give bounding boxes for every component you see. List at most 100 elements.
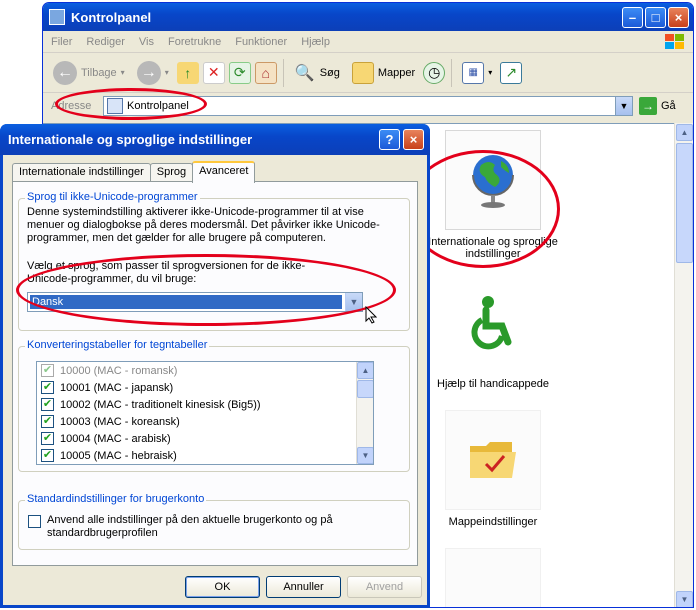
tab-languages[interactable]: Sprog [149,163,194,182]
apply-default-checkbox-row[interactable]: Anvend alle indstillinger på den aktuell… [28,514,347,540]
codepage-checkbox[interactable]: ✔ [41,381,54,394]
views-button[interactable]: ▦ ▾ [458,61,496,84]
globe-icon [472,155,514,208]
codepage-list[interactable]: ✔ 10000 (MAC - romansk) ✔ 10001 (MAC - japa… [36,361,374,465]
codepage-checkbox[interactable]: ✔ [41,449,54,462]
scroll-up-icon[interactable]: ▲ [676,124,693,141]
list-scrollbar[interactable]: ▲ ▼ [356,362,373,464]
tab-panel-advanced: Sprog til ikke-Unicode-programmer Denne … [12,181,418,566]
codepage-group: Konverteringstabeller for tegntabeller ✔… [18,339,410,472]
go-button[interactable]: → Gå [639,97,676,115]
folders-button[interactable]: Mapper [348,61,419,84]
menu-view[interactable]: Vis [139,36,154,48]
codepage-label: 10003 (MAC - koreansk) [60,415,180,428]
item-accessibility[interactable]: Hjælp til handicappede [423,272,563,390]
folder-icon [351,61,374,84]
item-label: Internationale og sproglige indstillinge… [428,236,558,260]
sync-icon[interactable]: ↗ [500,61,523,84]
scroll-thumb[interactable] [357,380,373,398]
language-select-value: Dansk [30,295,342,309]
help-button[interactable]: ? [379,129,400,150]
item-folder-options[interactable]: Mappeindstillinger [423,410,563,528]
dialog-title-bar[interactable]: Internationale og sproglige indstillinge… [0,124,430,155]
control-panel-icon [49,9,65,25]
explorer-title-bar[interactable]: Kontrolpanel – □ × [43,3,693,31]
menu-tools[interactable]: Funktioner [235,36,287,48]
codepage-label: 10004 (MAC - arabisk) [60,432,171,445]
chevron-down-icon[interactable]: ▼ [345,293,362,311]
scroll-thumb[interactable] [676,143,693,263]
search-icon: 🔍 [294,64,315,82]
close-button[interactable]: × [668,7,689,28]
explorer-title: Kontrolpanel [71,9,152,25]
up-folder-icon[interactable]: ↑ [176,61,199,84]
codepage-row[interactable]: ✔ 10001 (MAC - japansk) [37,379,373,396]
regional-settings-dialog: Internationale og sproglige indstillinge… [0,124,430,608]
codepage-label: 10001 (MAC - japansk) [60,381,174,394]
windows-logo-icon [665,34,684,49]
menu-favorites[interactable]: Foretrukne [168,36,221,48]
codepage-label: 10005 (MAC - hebraisk) [60,449,177,462]
apply-default-checkbox[interactable] [28,515,41,528]
mouse-cursor-icon [365,306,377,324]
tab-strip: Internationale indstillinger Sprog Avanc… [12,161,256,183]
codepage-checkbox[interactable]: ✔ [41,364,54,377]
item-international[interactable]: Internationale og sproglige indstillinge… [423,130,563,260]
codepage-row[interactable]: ✔ 10005 (MAC - hebraisk) [37,447,373,464]
refresh-icon[interactable]: ⟳ [228,61,251,84]
apply-button[interactable]: Anvend [347,576,422,598]
scroll-up-icon[interactable]: ▲ [357,362,373,379]
back-button[interactable]: ← Tilbage ▾ [49,60,129,85]
ok-button[interactable]: OK [185,576,260,598]
codepage-label: 10000 (MAC - romansk) [60,364,178,377]
dialog-title: Internationale og sproglige indstillinge… [8,132,253,147]
codepage-row[interactable]: ✔ 10000 (MAC - romansk) [37,362,373,379]
scroll-down-icon[interactable]: ▼ [676,591,693,607]
menu-file[interactable]: Filer [51,36,72,48]
search-button[interactable]: 🔍 Søg [290,62,344,84]
address-input[interactable]: Kontrolpanel ▼ [103,96,633,116]
codepage-label: 10002 (MAC - traditionelt kinesisk (Big5… [60,398,261,411]
tab-regional-options[interactable]: Internationale indstillinger [12,163,151,182]
address-label: Adresse [51,100,92,112]
group-legend: Sprog til ikke-Unicode-programmer [25,191,200,203]
folder-icon [470,442,516,478]
history-icon[interactable]: ◷ [423,61,446,84]
menu-edit[interactable]: Rediger [86,36,125,48]
language-select[interactable]: Dansk ▼ [27,292,363,312]
codepage-row[interactable]: ✔ 10004 (MAC - arabisk) [37,430,373,447]
go-arrow-icon: → [639,97,657,115]
apply-default-label: Anvend alle indstillinger på den aktuell… [47,514,333,539]
codepage-row[interactable]: ✔ 10002 (MAC - traditionelt kinesisk (Big… [37,396,373,413]
codepage-checkbox[interactable]: ✔ [41,432,54,445]
unicode-prompt: Vælg et sprog, som passer til sprogversi… [27,260,306,285]
group-legend: Konverteringstabeller for tegntabeller [25,339,210,351]
maximize-button[interactable]: □ [645,7,666,28]
forward-arrow-icon: → [136,60,161,85]
back-arrow-icon: ← [53,60,77,85]
address-bar: Adresse Kontrolpanel ▼ → Gå [43,93,693,119]
item-label: Hjælp til handicappede [437,378,549,390]
views-icon: ▦ [462,61,485,84]
wheelchair-icon [471,296,512,350]
unicode-group: Sprog til ikke-Unicode-programmer Denne … [18,191,410,331]
tab-advanced[interactable]: Avanceret [192,161,256,183]
chevron-down-icon[interactable]: ▼ [615,97,632,115]
forward-button[interactable]: → ▾ [133,60,173,85]
vertical-scrollbar[interactable]: ▲ ▼ [674,123,693,607]
home-icon[interactable]: ⌂ [254,61,277,84]
scroll-down-icon[interactable]: ▼ [357,447,373,464]
item-partial[interactable] [423,548,563,607]
menu-help[interactable]: Hjælp [301,36,330,48]
control-panel-icon [107,98,123,114]
codepage-checkbox[interactable]: ✔ [41,398,54,411]
dialog-close-button[interactable]: × [403,129,424,150]
group-legend: Standardindstillinger for brugerkonto [25,493,207,505]
minimize-button[interactable]: – [622,7,643,28]
cancel-button[interactable]: Annuller [266,576,341,598]
delete-icon[interactable]: ✕ [202,61,225,84]
default-user-group: Standardindstillinger for brugerkonto An… [18,493,410,550]
codepage-checkbox[interactable]: ✔ [41,415,54,428]
unicode-description: Denne systemindstilling aktiverer ikke-U… [27,206,380,244]
codepage-row[interactable]: ✔ 10003 (MAC - koreansk) [37,413,373,430]
